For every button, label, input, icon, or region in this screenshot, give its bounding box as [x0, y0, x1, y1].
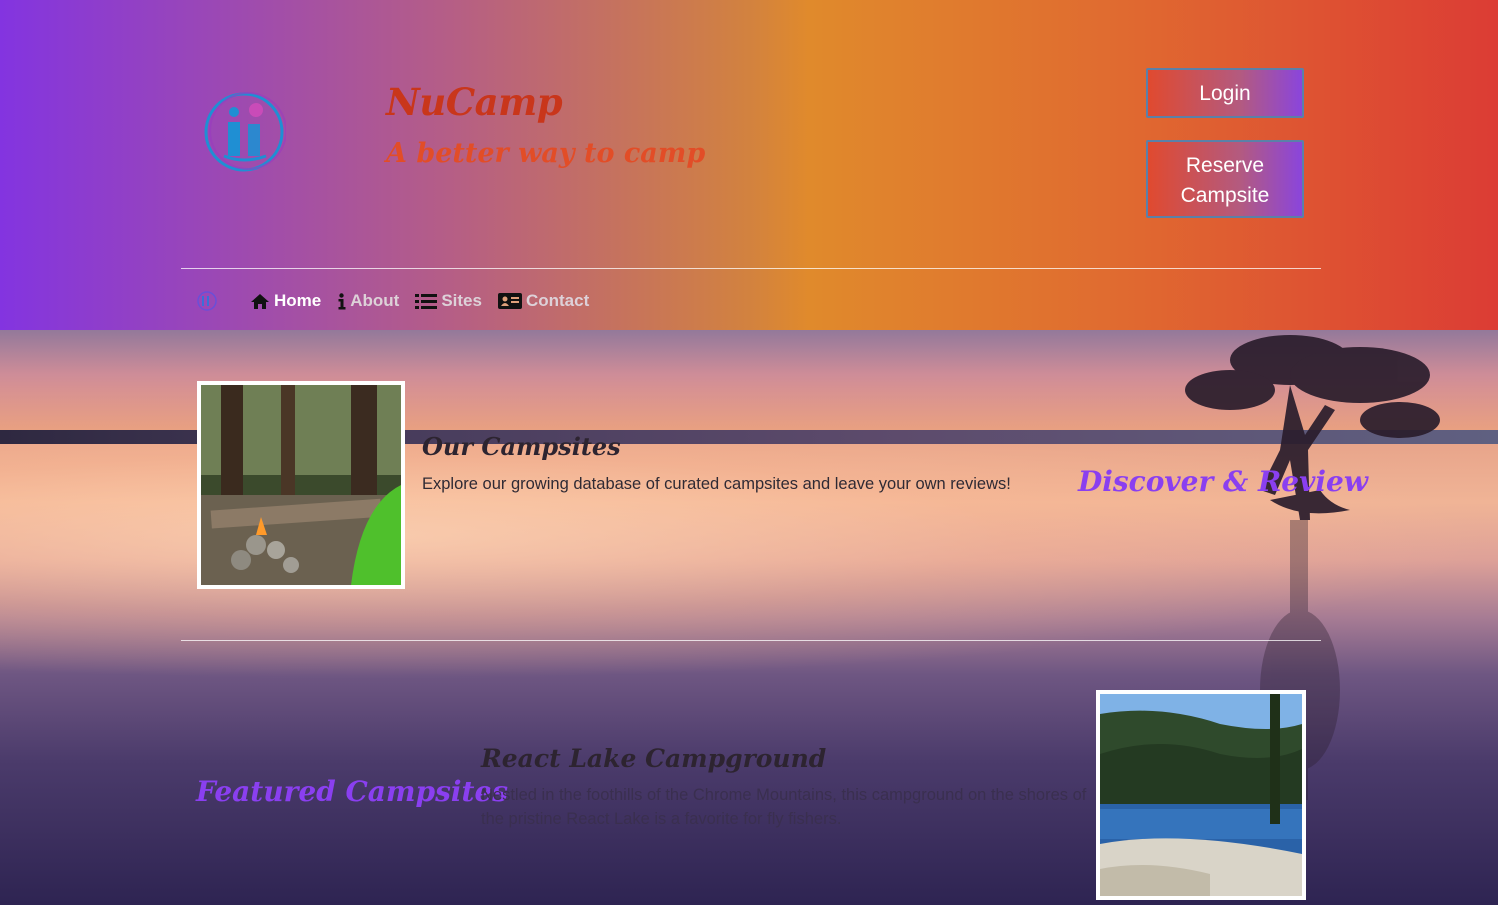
- discover-review-heading: Discover & Review: [1078, 465, 1368, 498]
- reserve-campsite-button[interactable]: Reserve Campsite: [1146, 140, 1304, 218]
- nav-item-about[interactable]: About: [337, 291, 399, 311]
- nav-label-home: Home: [274, 291, 322, 310]
- react-lake-text: Nestled in the foothills of the Chrome M…: [481, 786, 1087, 828]
- home-icon: [251, 293, 269, 309]
- list-icon: [415, 293, 438, 309]
- campsite-photo: [197, 381, 405, 589]
- react-lake-photo: [1096, 690, 1306, 900]
- brand-tagline: A better way to camp: [386, 138, 706, 169]
- nav-label-contact: Contact: [525, 291, 590, 310]
- address-card-icon: [497, 293, 522, 309]
- site-header: NuCamp A better way to camp Login Reserv…: [0, 0, 1498, 330]
- nav-label-sites: Sites: [441, 291, 482, 310]
- nav-item-contact[interactable]: Contact: [497, 291, 590, 311]
- small-logo-icon[interactable]: [196, 290, 218, 312]
- section-divider: [181, 640, 1321, 641]
- header-divider: [181, 268, 1321, 269]
- nucamp-logo-icon[interactable]: [204, 92, 286, 172]
- main-nav: Home About Sites Contact: [196, 288, 605, 314]
- our-campsites-text: Explore our growing database of curated …: [422, 475, 1011, 493]
- login-button[interactable]: Login: [1146, 68, 1304, 118]
- nav-label-about: About: [350, 291, 400, 310]
- nav-item-home[interactable]: Home: [250, 291, 321, 311]
- info-icon: [338, 292, 346, 309]
- featured-campsites-heading: Featured Campsites: [196, 775, 509, 808]
- react-lake-heading: React Lake Campground: [481, 744, 827, 773]
- our-campsites-heading: Our Campsites: [422, 432, 621, 461]
- brand-title[interactable]: NuCamp: [386, 80, 563, 124]
- nav-item-sites[interactable]: Sites: [415, 291, 482, 311]
